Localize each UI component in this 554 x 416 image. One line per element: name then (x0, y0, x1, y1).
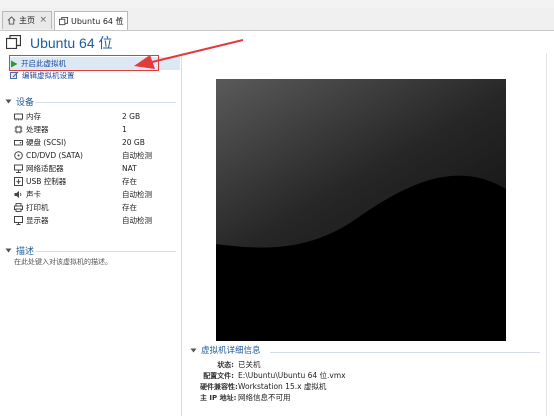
collapse-arrow-icon (190, 348, 197, 352)
detail-key: 主 IP 地址: (200, 393, 237, 402)
annotation-arrow (151, 39, 244, 63)
detail-row-status: 状态: 已关机 (200, 359, 261, 370)
detail-value: 网络信息不可用 (238, 393, 291, 402)
right-edge-divider (546, 53, 547, 416)
screen-gloss-icon (216, 79, 506, 341)
detail-key: 硬件兼容性: (200, 382, 238, 391)
detail-value: E:\Ubuntu\Ubuntu 64 位.vmx (238, 371, 346, 380)
detail-row-ip-address: 主 IP 地址: 网络信息不可用 (200, 392, 291, 403)
annotation-arrowhead (134, 55, 155, 69)
details-divider (270, 352, 540, 353)
detail-key: 配置文件: (203, 371, 234, 380)
detail-row-hardware-compat: 硬件兼容性: Workstation 15.x 虚拟机 (200, 381, 326, 392)
detail-key: 状态: (217, 360, 234, 369)
details-heading: 虚拟机详细信息 (201, 346, 261, 356)
detail-row-config-file: 配置文件: E:\Ubuntu\Ubuntu 64 位.vmx (200, 370, 346, 381)
detail-value: Workstation 15.x 虚拟机 (238, 382, 327, 391)
details-section-toggle[interactable]: 虚拟机详细信息 (190, 344, 261, 356)
vm-screen-preview[interactable] (216, 79, 506, 341)
detail-value: 已关机 (238, 360, 261, 369)
